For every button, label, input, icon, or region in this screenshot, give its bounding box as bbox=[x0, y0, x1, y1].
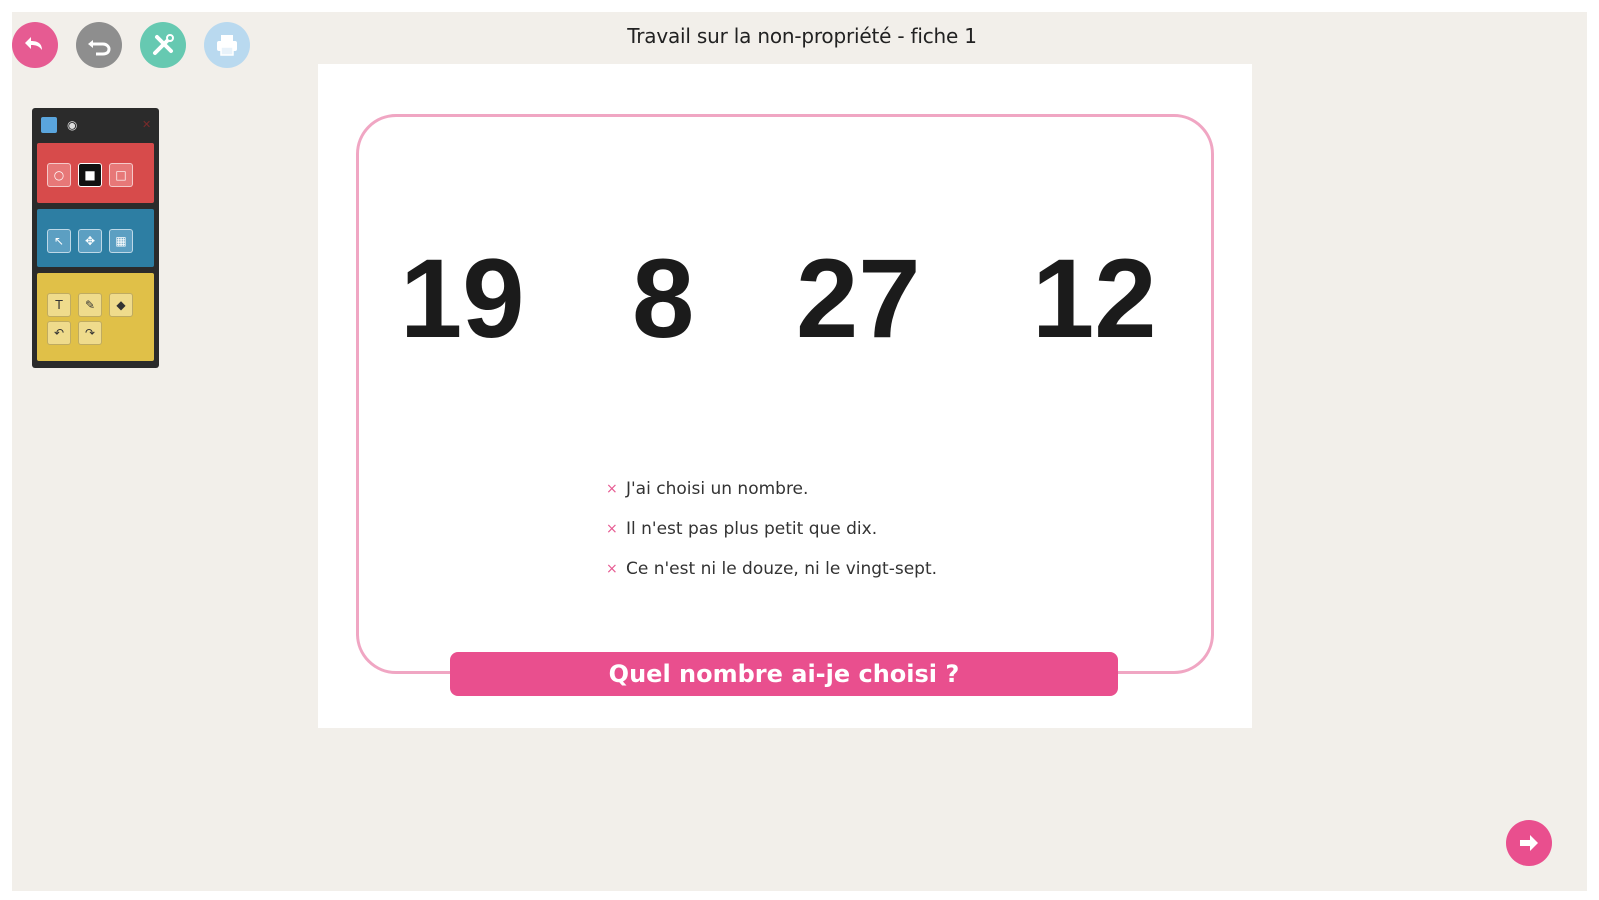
redo-tool-icon[interactable]: ↷ bbox=[78, 321, 102, 345]
undo-button[interactable] bbox=[76, 22, 122, 68]
save-icon[interactable] bbox=[41, 117, 57, 133]
move-tool-icon[interactable]: ✥ bbox=[78, 229, 102, 253]
clue-text: Il n'est pas plus petit que dix. bbox=[626, 519, 878, 539]
palette-section-shapes: ○ ■ □ bbox=[37, 143, 154, 203]
page-title: Travail sur la non-propriété - fiche 1 bbox=[627, 24, 977, 48]
palette-section-draw: T ✎ ◆ ↶ ↷ bbox=[37, 273, 154, 361]
square-fill-tool-icon[interactable]: ■ bbox=[78, 163, 102, 187]
clue-text: J'ai choisi un nombre. bbox=[626, 479, 809, 499]
number-choice[interactable]: 19 bbox=[400, 239, 525, 359]
tools-button[interactable] bbox=[140, 22, 186, 68]
number-choice[interactable]: 12 bbox=[1032, 239, 1157, 359]
circle-tool-icon[interactable]: ○ bbox=[47, 163, 71, 187]
undo-icon bbox=[88, 40, 111, 56]
clue-list: × J'ai choisi un nombre. × Il n'est pas … bbox=[606, 469, 1026, 589]
clue-item: × J'ai choisi un nombre. bbox=[606, 469, 1026, 509]
number-choices: 19 8 27 12 bbox=[318, 239, 1252, 359]
number-choice[interactable]: 8 bbox=[632, 239, 694, 359]
close-icon[interactable]: ✕ bbox=[142, 119, 154, 131]
tool-palette[interactable]: ◉ ✕ ○ ■ □ ↖ ✥ ▦ T ✎ ◆ ↶ ↷ bbox=[32, 108, 159, 368]
next-arrow-icon bbox=[1520, 835, 1538, 851]
delete-tool-icon[interactable]: ▦ bbox=[109, 229, 133, 253]
select-tool-icon[interactable]: ↖ bbox=[47, 229, 71, 253]
print-icon bbox=[217, 35, 237, 56]
eraser-tool-icon[interactable]: ◆ bbox=[109, 293, 133, 317]
undo-tool-icon[interactable]: ↶ bbox=[47, 321, 71, 345]
bullet-icon: × bbox=[606, 481, 618, 497]
print-button[interactable] bbox=[204, 22, 250, 68]
tools-icon bbox=[153, 34, 174, 55]
palette-section-edit: ↖ ✥ ▦ bbox=[37, 209, 154, 267]
palette-section-label bbox=[43, 149, 148, 159]
next-button[interactable] bbox=[1506, 820, 1552, 866]
back-button[interactable] bbox=[12, 22, 58, 68]
bullet-icon: × bbox=[606, 561, 618, 577]
question-banner: Quel nombre ai-je choisi ? bbox=[450, 652, 1118, 696]
clue-item: × Il n'est pas plus petit que dix. bbox=[606, 509, 1026, 549]
bullet-icon: × bbox=[606, 521, 618, 537]
palette-header: ◉ ✕ bbox=[37, 113, 154, 137]
clue-text: Ce n'est ni le douze, ni le vingt-sept. bbox=[626, 559, 938, 579]
back-arrow-icon bbox=[25, 37, 42, 50]
question-text: Quel nombre ai-je choisi ? bbox=[608, 660, 960, 688]
eye-icon[interactable]: ◉ bbox=[67, 117, 83, 133]
clue-item: × Ce n'est ni le douze, ni le vingt-sept… bbox=[606, 549, 1026, 589]
number-choice[interactable]: 27 bbox=[796, 239, 921, 359]
square-tool-icon[interactable]: □ bbox=[109, 163, 133, 187]
palette-section-label bbox=[43, 215, 148, 225]
app-window: Travail sur la non-propriété - fiche 1 ◉… bbox=[12, 12, 1587, 891]
pencil-tool-icon[interactable]: ✎ bbox=[78, 293, 102, 317]
text-tool-icon[interactable]: T bbox=[47, 293, 71, 317]
palette-section-label bbox=[43, 279, 148, 289]
exercise-slide: 19 8 27 12 × J'ai choisi un nombre. × Il… bbox=[318, 64, 1252, 728]
exercise-card bbox=[356, 114, 1214, 674]
